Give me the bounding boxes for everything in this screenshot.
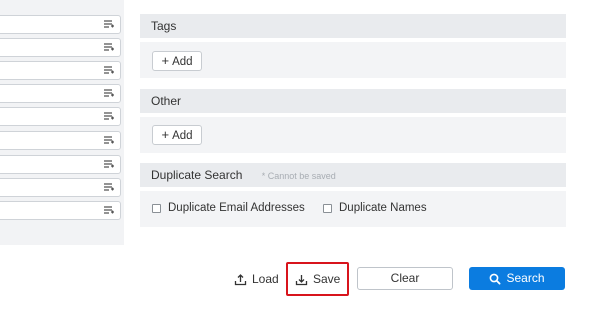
duplicate-email-label: Duplicate Email Addresses xyxy=(168,202,305,214)
list-edit-icon[interactable] xyxy=(103,65,115,77)
add-other-label: Add xyxy=(172,130,193,142)
other-section-title: Other xyxy=(151,94,182,108)
duplicate-section-header: Duplicate Search * Cannot be saved xyxy=(140,163,566,187)
save-button[interactable]: Save xyxy=(295,271,340,287)
duplicate-names-option[interactable]: Duplicate Names xyxy=(323,202,427,214)
filter-field-5[interactable] xyxy=(0,107,121,126)
search-label: Search xyxy=(506,271,545,285)
duplicate-hint: * Cannot be saved xyxy=(261,171,336,181)
tags-section-header: Tags xyxy=(140,14,566,38)
filter-field-9[interactable] xyxy=(0,201,121,220)
load-button[interactable]: Load xyxy=(234,271,279,287)
filter-field-1[interactable] xyxy=(0,15,121,34)
filter-field-8[interactable] xyxy=(0,178,121,197)
duplicate-names-label: Duplicate Names xyxy=(339,202,427,214)
left-filter-panel xyxy=(0,0,124,245)
filter-field-4[interactable] xyxy=(0,84,121,103)
duplicate-email-checkbox[interactable] xyxy=(152,203,161,213)
list-edit-icon[interactable] xyxy=(103,135,115,147)
list-edit-icon[interactable] xyxy=(103,42,115,54)
duplicate-names-checkbox[interactable] xyxy=(323,203,332,213)
other-section-body: + Add xyxy=(140,117,566,153)
tags-section-title: Tags xyxy=(151,19,177,33)
filter-field-7[interactable] xyxy=(0,155,121,174)
list-edit-icon[interactable] xyxy=(103,159,115,171)
list-edit-icon[interactable] xyxy=(103,182,115,194)
filter-field-6[interactable] xyxy=(0,131,121,150)
list-edit-icon[interactable] xyxy=(103,88,115,100)
search-button[interactable]: Search xyxy=(469,267,565,290)
duplicate-email-option[interactable]: Duplicate Email Addresses xyxy=(152,202,305,214)
load-label: Load xyxy=(252,272,279,286)
duplicate-section-body: Duplicate Email Addresses Duplicate Name… xyxy=(140,191,566,227)
list-edit-icon[interactable] xyxy=(103,19,115,31)
add-tag-button[interactable]: + Add xyxy=(152,51,202,71)
filter-field-2[interactable] xyxy=(0,38,121,57)
plus-icon: + xyxy=(161,53,170,68)
tags-section-body: + Add xyxy=(140,42,566,78)
list-edit-icon[interactable] xyxy=(103,111,115,123)
list-edit-icon[interactable] xyxy=(103,205,115,217)
other-section-header: Other xyxy=(140,89,566,113)
duplicate-section-title: Duplicate Search xyxy=(151,168,243,182)
plus-icon: + xyxy=(161,127,170,142)
upload-icon xyxy=(234,273,247,285)
download-icon xyxy=(295,274,308,285)
search-icon xyxy=(490,273,501,284)
save-label: Save xyxy=(313,272,341,286)
clear-label: Clear xyxy=(390,271,420,285)
add-tag-label: Add xyxy=(172,56,193,68)
filter-field-3[interactable] xyxy=(0,61,121,80)
clear-button[interactable]: Clear xyxy=(357,267,453,290)
add-other-button[interactable]: + Add xyxy=(152,125,202,145)
